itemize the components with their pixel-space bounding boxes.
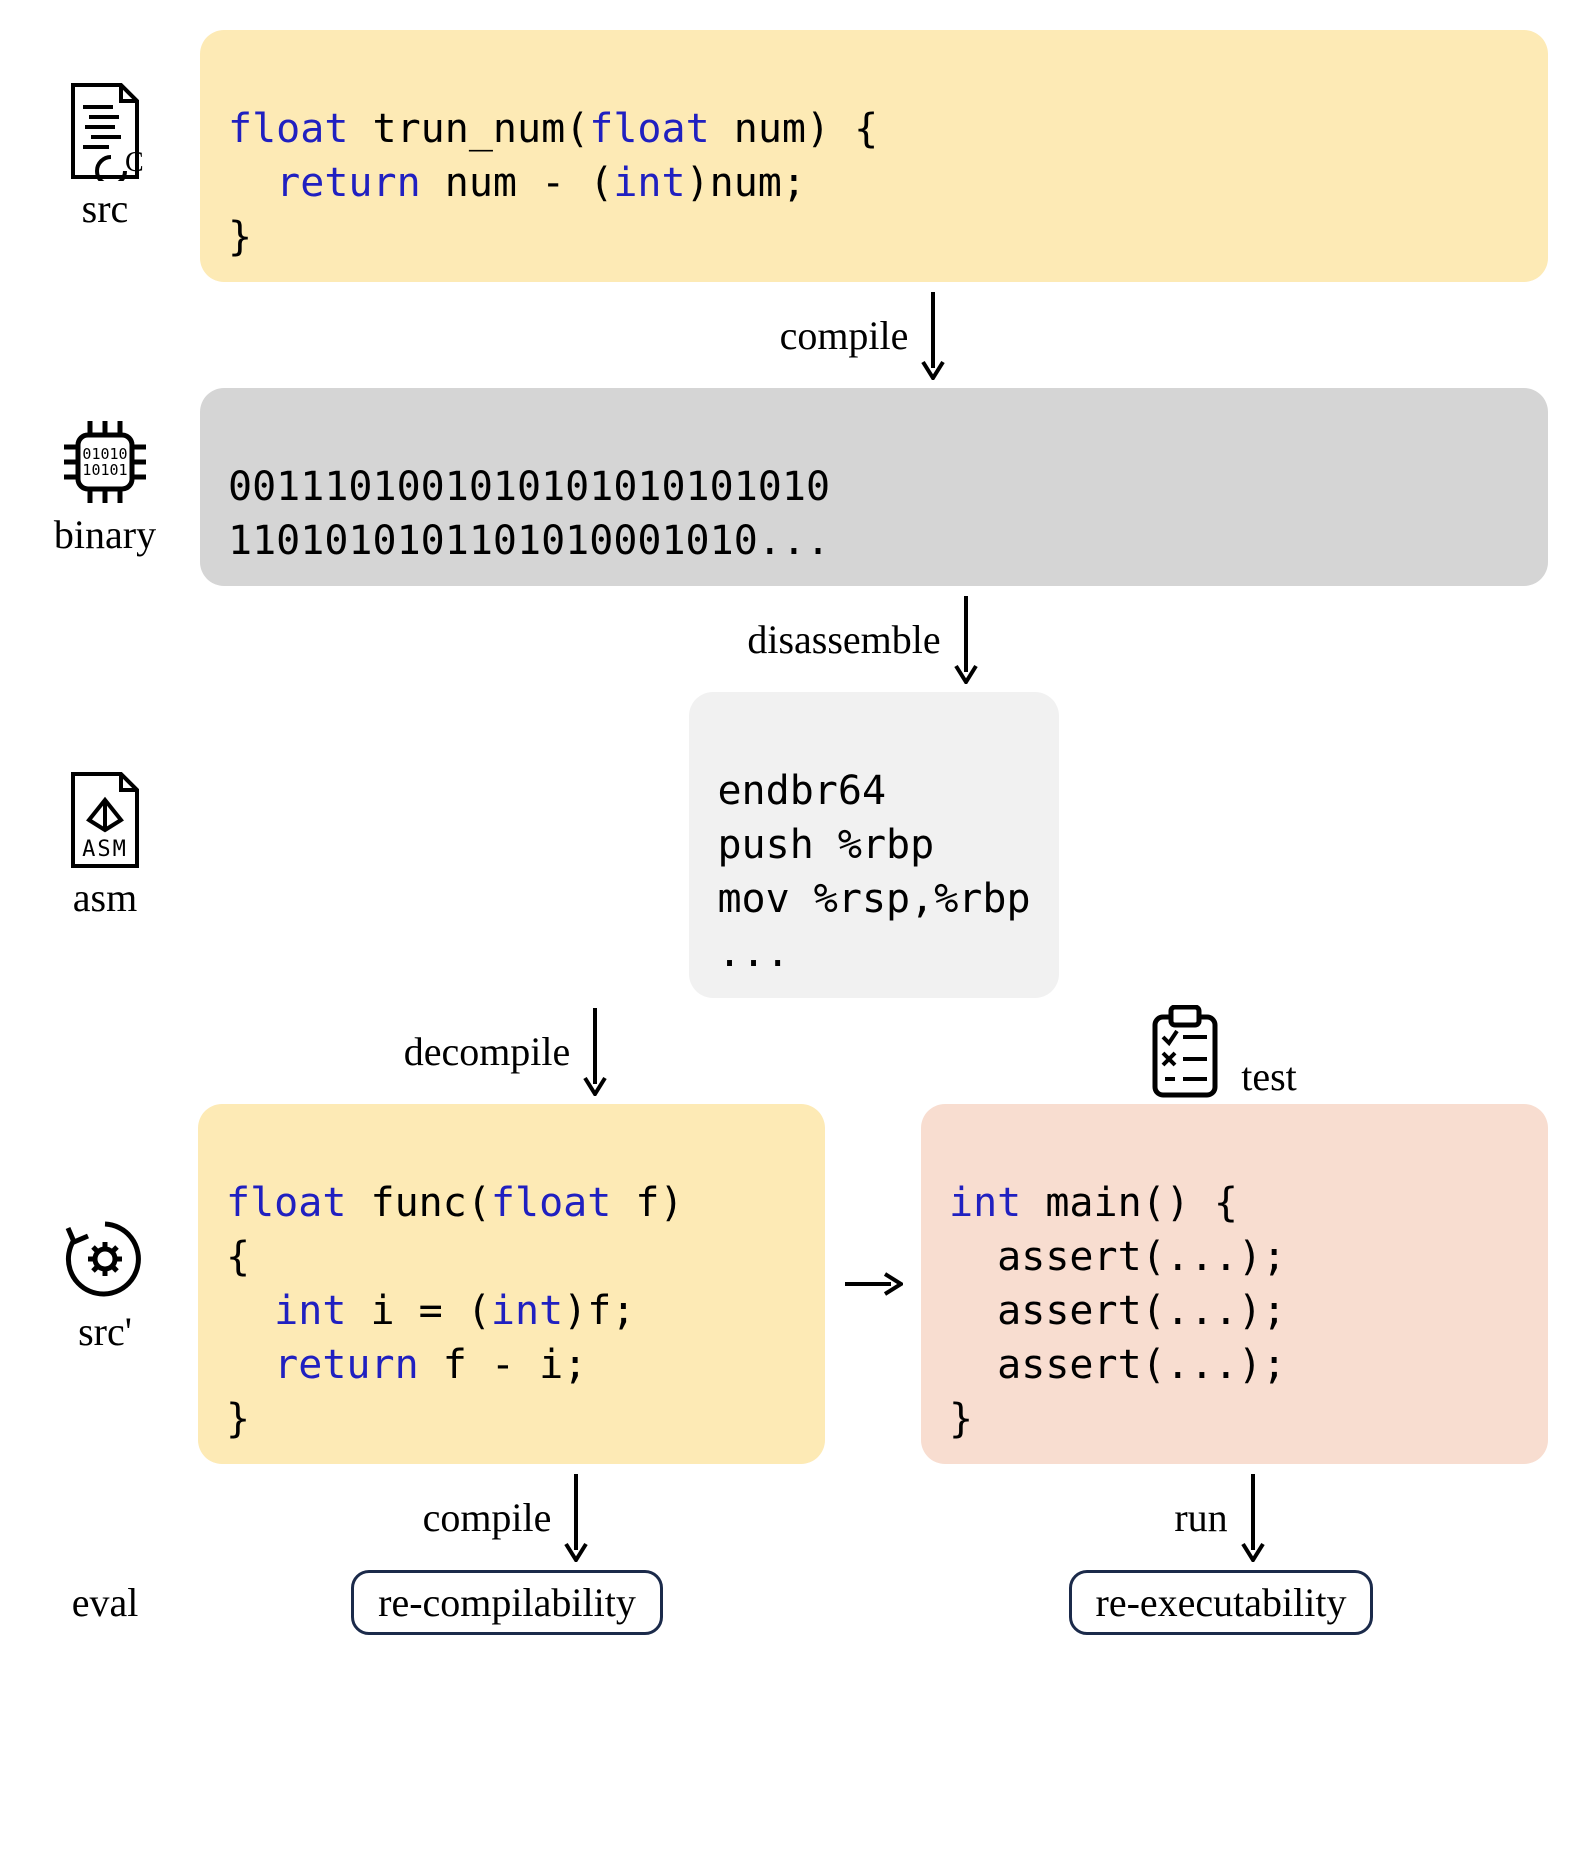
eval-label: eval bbox=[72, 1579, 139, 1626]
arrow-down-icon bbox=[951, 594, 981, 684]
compile-label: compile bbox=[780, 312, 909, 359]
asm-code: endbr64 push %rbp mov %rsp,%rbp ... bbox=[689, 692, 1058, 998]
srcprime-code: float func(float f) { int i = (int)f; re… bbox=[198, 1104, 825, 1464]
binary-label: binary bbox=[54, 511, 156, 558]
srcprime-label: src' bbox=[78, 1308, 132, 1355]
label-srcprime: src' bbox=[30, 1214, 180, 1355]
recompilability-box: re-compilability bbox=[351, 1570, 663, 1635]
compile2-label: compile bbox=[423, 1494, 552, 1541]
svg-text:ASM: ASM bbox=[82, 837, 128, 862]
run-label: run bbox=[1174, 1494, 1227, 1541]
binary-code: 0011101001010101010101010 11010101011010… bbox=[200, 388, 1548, 586]
test-label: test bbox=[1241, 1053, 1297, 1100]
decompile-label: decompile bbox=[404, 1028, 571, 1075]
src-code: float trun_num(float num) { return num -… bbox=[200, 30, 1548, 282]
arrow-decompile: decompile bbox=[180, 1006, 834, 1096]
svg-text:10101: 10101 bbox=[82, 461, 127, 479]
asm-label: asm bbox=[73, 874, 137, 921]
arrow-down-icon bbox=[561, 1472, 591, 1562]
recycle-gear-icon bbox=[60, 1214, 150, 1304]
chip-icon: 01010 10101 bbox=[60, 417, 150, 507]
arrow-disassemble: disassemble bbox=[180, 594, 1548, 684]
arrow-right-icon bbox=[843, 1269, 903, 1299]
src-label: src bbox=[82, 185, 129, 232]
svg-text:C: C bbox=[125, 147, 144, 178]
arrow-down-icon bbox=[1238, 1472, 1268, 1562]
row-decompile-header: decompile test bbox=[30, 998, 1548, 1104]
arrow-compile2: compile bbox=[180, 1472, 834, 1562]
label-eval: eval bbox=[30, 1579, 180, 1626]
source-file-icon: C bbox=[65, 81, 145, 181]
row-srcprime: src' float func(float f) { int i = (int)… bbox=[30, 1104, 1548, 1464]
label-binary: 01010 10101 binary bbox=[30, 417, 180, 558]
disassemble-label: disassemble bbox=[747, 616, 940, 663]
reexecutability-box: re-executability bbox=[1069, 1570, 1374, 1635]
arrow-down-icon bbox=[580, 1006, 610, 1096]
row-eval: eval re-compilability re-executability bbox=[30, 1570, 1548, 1635]
arrow-down-icon bbox=[918, 290, 948, 380]
clipboard-icon bbox=[1145, 1005, 1225, 1100]
row-eval-arrows: compile run bbox=[30, 1464, 1548, 1570]
label-asm: ASM asm bbox=[30, 770, 180, 921]
asm-file-icon: ASM bbox=[65, 770, 145, 870]
row-binary: 01010 10101 binary 001110100101010101010… bbox=[30, 388, 1548, 586]
arrow-compile: compile bbox=[180, 290, 1548, 380]
arrow-run: run bbox=[894, 1472, 1548, 1562]
row-asm: ASM asm endbr64 push %rbp mov %rsp,%rbp … bbox=[30, 692, 1548, 998]
test-code: int main() { assert(...); assert(...); a… bbox=[921, 1104, 1548, 1464]
row-src: C src float trun_num(float num) { return… bbox=[30, 30, 1548, 282]
label-src: C src bbox=[30, 81, 180, 232]
